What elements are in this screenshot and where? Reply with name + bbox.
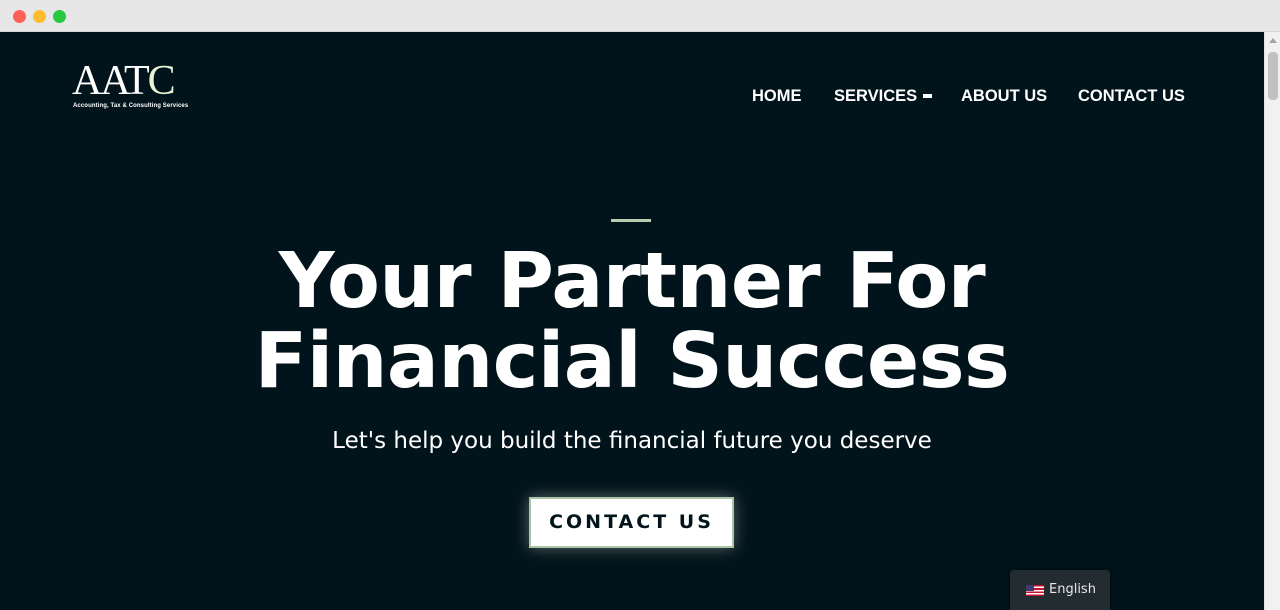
hero-section: Your Partner For Financial Success Let's… xyxy=(0,142,1264,610)
close-window-icon[interactable] xyxy=(13,10,26,23)
browser-title-bar xyxy=(0,0,1280,32)
nav-item-about-us[interactable]: ABOUT US xyxy=(961,87,1047,106)
nav-item-contact-us[interactable]: CONTACT US xyxy=(1078,87,1185,106)
site-header: AATC Accounting, Tax & Consulting Servic… xyxy=(0,32,1264,142)
us-flag-icon xyxy=(1026,585,1044,596)
hero-title: Your Partner For Financial Success xyxy=(0,242,1264,402)
language-label: English xyxy=(1049,582,1096,597)
nav-item-home[interactable]: HOME xyxy=(752,87,802,106)
scrollbar-thumb[interactable] xyxy=(1268,52,1278,100)
page-viewport: AATC Accounting, Tax & Consulting Servic… xyxy=(0,32,1264,610)
hero-subtitle: Let's help you build the financial futur… xyxy=(332,428,932,454)
hero-title-line-1: Your Partner For xyxy=(278,237,986,326)
nav-item-services-label: SERVICES xyxy=(834,87,918,105)
vertical-scrollbar[interactable] xyxy=(1264,32,1280,610)
scroll-up-arrow-icon[interactable] xyxy=(1269,38,1277,43)
minimize-window-icon[interactable] xyxy=(33,10,46,23)
dropdown-icon xyxy=(923,94,933,98)
nav-item-services[interactable]: SERVICES xyxy=(834,87,933,106)
maximize-window-icon[interactable] xyxy=(53,10,66,23)
contact-us-button[interactable]: CONTACT US xyxy=(529,497,734,548)
main-navigation: HOME SERVICES ABOUT US CONTACT US xyxy=(0,87,1264,107)
language-switcher[interactable]: English xyxy=(1010,570,1110,610)
hero-accent-divider xyxy=(611,219,651,222)
hero-title-line-2: Financial Success xyxy=(254,317,1010,406)
